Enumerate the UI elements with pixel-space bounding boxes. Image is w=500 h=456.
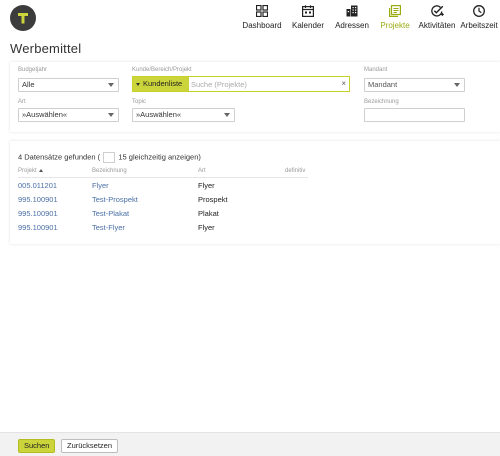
budgetjahr-select[interactable]: Alle xyxy=(18,78,119,92)
sort-ascending-icon xyxy=(38,168,43,172)
art-cell: Flyer xyxy=(198,181,215,190)
table-row[interactable]: 995.100901 Test-Plakat Plakat xyxy=(18,207,308,221)
column-header-art[interactable]: Art xyxy=(198,168,206,174)
kunde-label: Kunde/Bereich/Projekt xyxy=(132,67,192,73)
nav-item-kalender[interactable]: Kalender xyxy=(286,0,330,36)
nav-label: Dashboard xyxy=(242,21,282,30)
activity-check-icon xyxy=(429,3,445,19)
clear-icon[interactable]: × xyxy=(341,79,346,88)
nav-item-adressen[interactable]: Adressen xyxy=(330,0,374,36)
main-nav: Dashboard Kalender Adressen Projekte Akt… xyxy=(238,0,500,36)
table-header-divider xyxy=(18,177,308,178)
table-row[interactable]: 995.100901 Test-Prospekt Prospekt xyxy=(18,193,308,207)
topic-label: Topic xyxy=(132,99,147,105)
column-header-bezeichnung[interactable]: Bezeichnung xyxy=(92,168,127,174)
art-cell: Flyer xyxy=(198,223,215,232)
calendar-icon xyxy=(300,3,316,19)
bezeichnung-link[interactable]: Test-Flyer xyxy=(92,223,125,232)
nav-item-projekte[interactable]: Projekte xyxy=(374,0,416,36)
projekt-link[interactable]: 995.100901 xyxy=(18,195,58,204)
art-label: Art xyxy=(18,99,26,105)
bezeichnung-link[interactable]: Test-Prospekt xyxy=(92,195,138,204)
chevron-down-icon xyxy=(454,83,460,87)
page-size-input[interactable] xyxy=(103,152,116,163)
chevron-down-icon xyxy=(108,83,114,87)
projekt-link[interactable]: 005.011201 xyxy=(18,181,57,190)
topic-select[interactable]: »Auswählen« xyxy=(132,108,235,122)
dropdown-arrow-icon xyxy=(136,82,140,86)
projekt-link[interactable]: 995.100901 xyxy=(18,209,58,218)
art-cell: Plakat xyxy=(198,209,219,218)
bezeichnung-input[interactable] xyxy=(364,108,465,122)
projekt-link[interactable]: 995.100901 xyxy=(18,223,58,232)
kundenliste-label: Kundenliste xyxy=(143,79,183,88)
result-count-text: 4 Datensätze gefunden ( xyxy=(18,152,101,162)
art-select[interactable]: »Auswählen« xyxy=(18,108,119,122)
nav-item-aktivitaeten[interactable]: Aktivitäten xyxy=(416,0,458,36)
results-panel: 4 Datensätze gefunden ( 15 gleichzeitig … xyxy=(10,141,500,244)
budgetjahr-value: Alle xyxy=(22,80,35,89)
nav-label: Adressen xyxy=(335,21,369,30)
nav-item-dashboard[interactable]: Dashboard xyxy=(238,0,286,36)
mandant-value: Mandant xyxy=(368,80,398,89)
bezeichnung-link[interactable]: Test-Plakat xyxy=(92,209,129,218)
nav-label: Kalender xyxy=(291,21,325,30)
table-row[interactable]: 005.011201 Flyer Flyer xyxy=(18,179,308,193)
column-header-definitiv[interactable]: definitiv xyxy=(285,168,305,174)
art-cell: Prospekt xyxy=(198,195,228,204)
logo-t-icon xyxy=(18,13,28,24)
nav-label: Aktivitäten xyxy=(418,21,456,30)
nav-label: Arbeitszeit xyxy=(460,21,498,30)
footer-action-bar: Suchen Zurücksetzen xyxy=(0,432,500,456)
filter-panel: Budgetjahr Alle Kunde/Bereich/Projekt Ku… xyxy=(10,62,500,132)
column-header-label: Projekt xyxy=(18,168,37,174)
column-header-projekt[interactable]: Projekt xyxy=(18,168,43,174)
projects-icon xyxy=(387,3,403,19)
kunde-search-group: Kundenliste × xyxy=(132,76,350,92)
search-button[interactable]: Suchen xyxy=(18,439,56,453)
topic-value: »Auswählen« xyxy=(136,110,182,119)
buildings-icon xyxy=(344,3,360,19)
nav-item-arbeitszeit[interactable]: Arbeitszeit xyxy=(458,0,500,36)
chevron-down-icon xyxy=(224,113,230,117)
nav-label: Projekte xyxy=(380,21,410,30)
projekt-search-input[interactable] xyxy=(191,77,341,91)
top-navigation-bar: Dashboard Kalender Adressen Projekte Akt… xyxy=(0,0,500,36)
page-title: Werbemittel xyxy=(10,41,82,56)
result-count: 4 Datensätze gefunden ( 15 gleichzeitig … xyxy=(18,152,201,163)
chevron-down-icon xyxy=(108,113,114,117)
kundenliste-button[interactable]: Kundenliste xyxy=(133,77,189,91)
page-size-text: 15 gleichzeitig anzeigen) xyxy=(118,152,201,162)
budgetjahr-label: Budgetjahr xyxy=(18,67,48,73)
clock-icon xyxy=(471,3,487,19)
bezeichnung-link[interactable]: Flyer xyxy=(92,181,109,190)
art-value: »Auswählen« xyxy=(22,110,68,119)
bezeichnung-label: Bezeichnung xyxy=(364,99,399,105)
app-logo[interactable] xyxy=(10,5,36,31)
mandant-select[interactable]: Mandant xyxy=(364,78,465,92)
mandant-label: Mandant xyxy=(364,67,388,73)
reset-button[interactable]: Zurücksetzen xyxy=(61,439,119,453)
table-row[interactable]: 995.100901 Test-Flyer Flyer xyxy=(18,221,308,235)
dashboard-icon xyxy=(254,3,270,19)
